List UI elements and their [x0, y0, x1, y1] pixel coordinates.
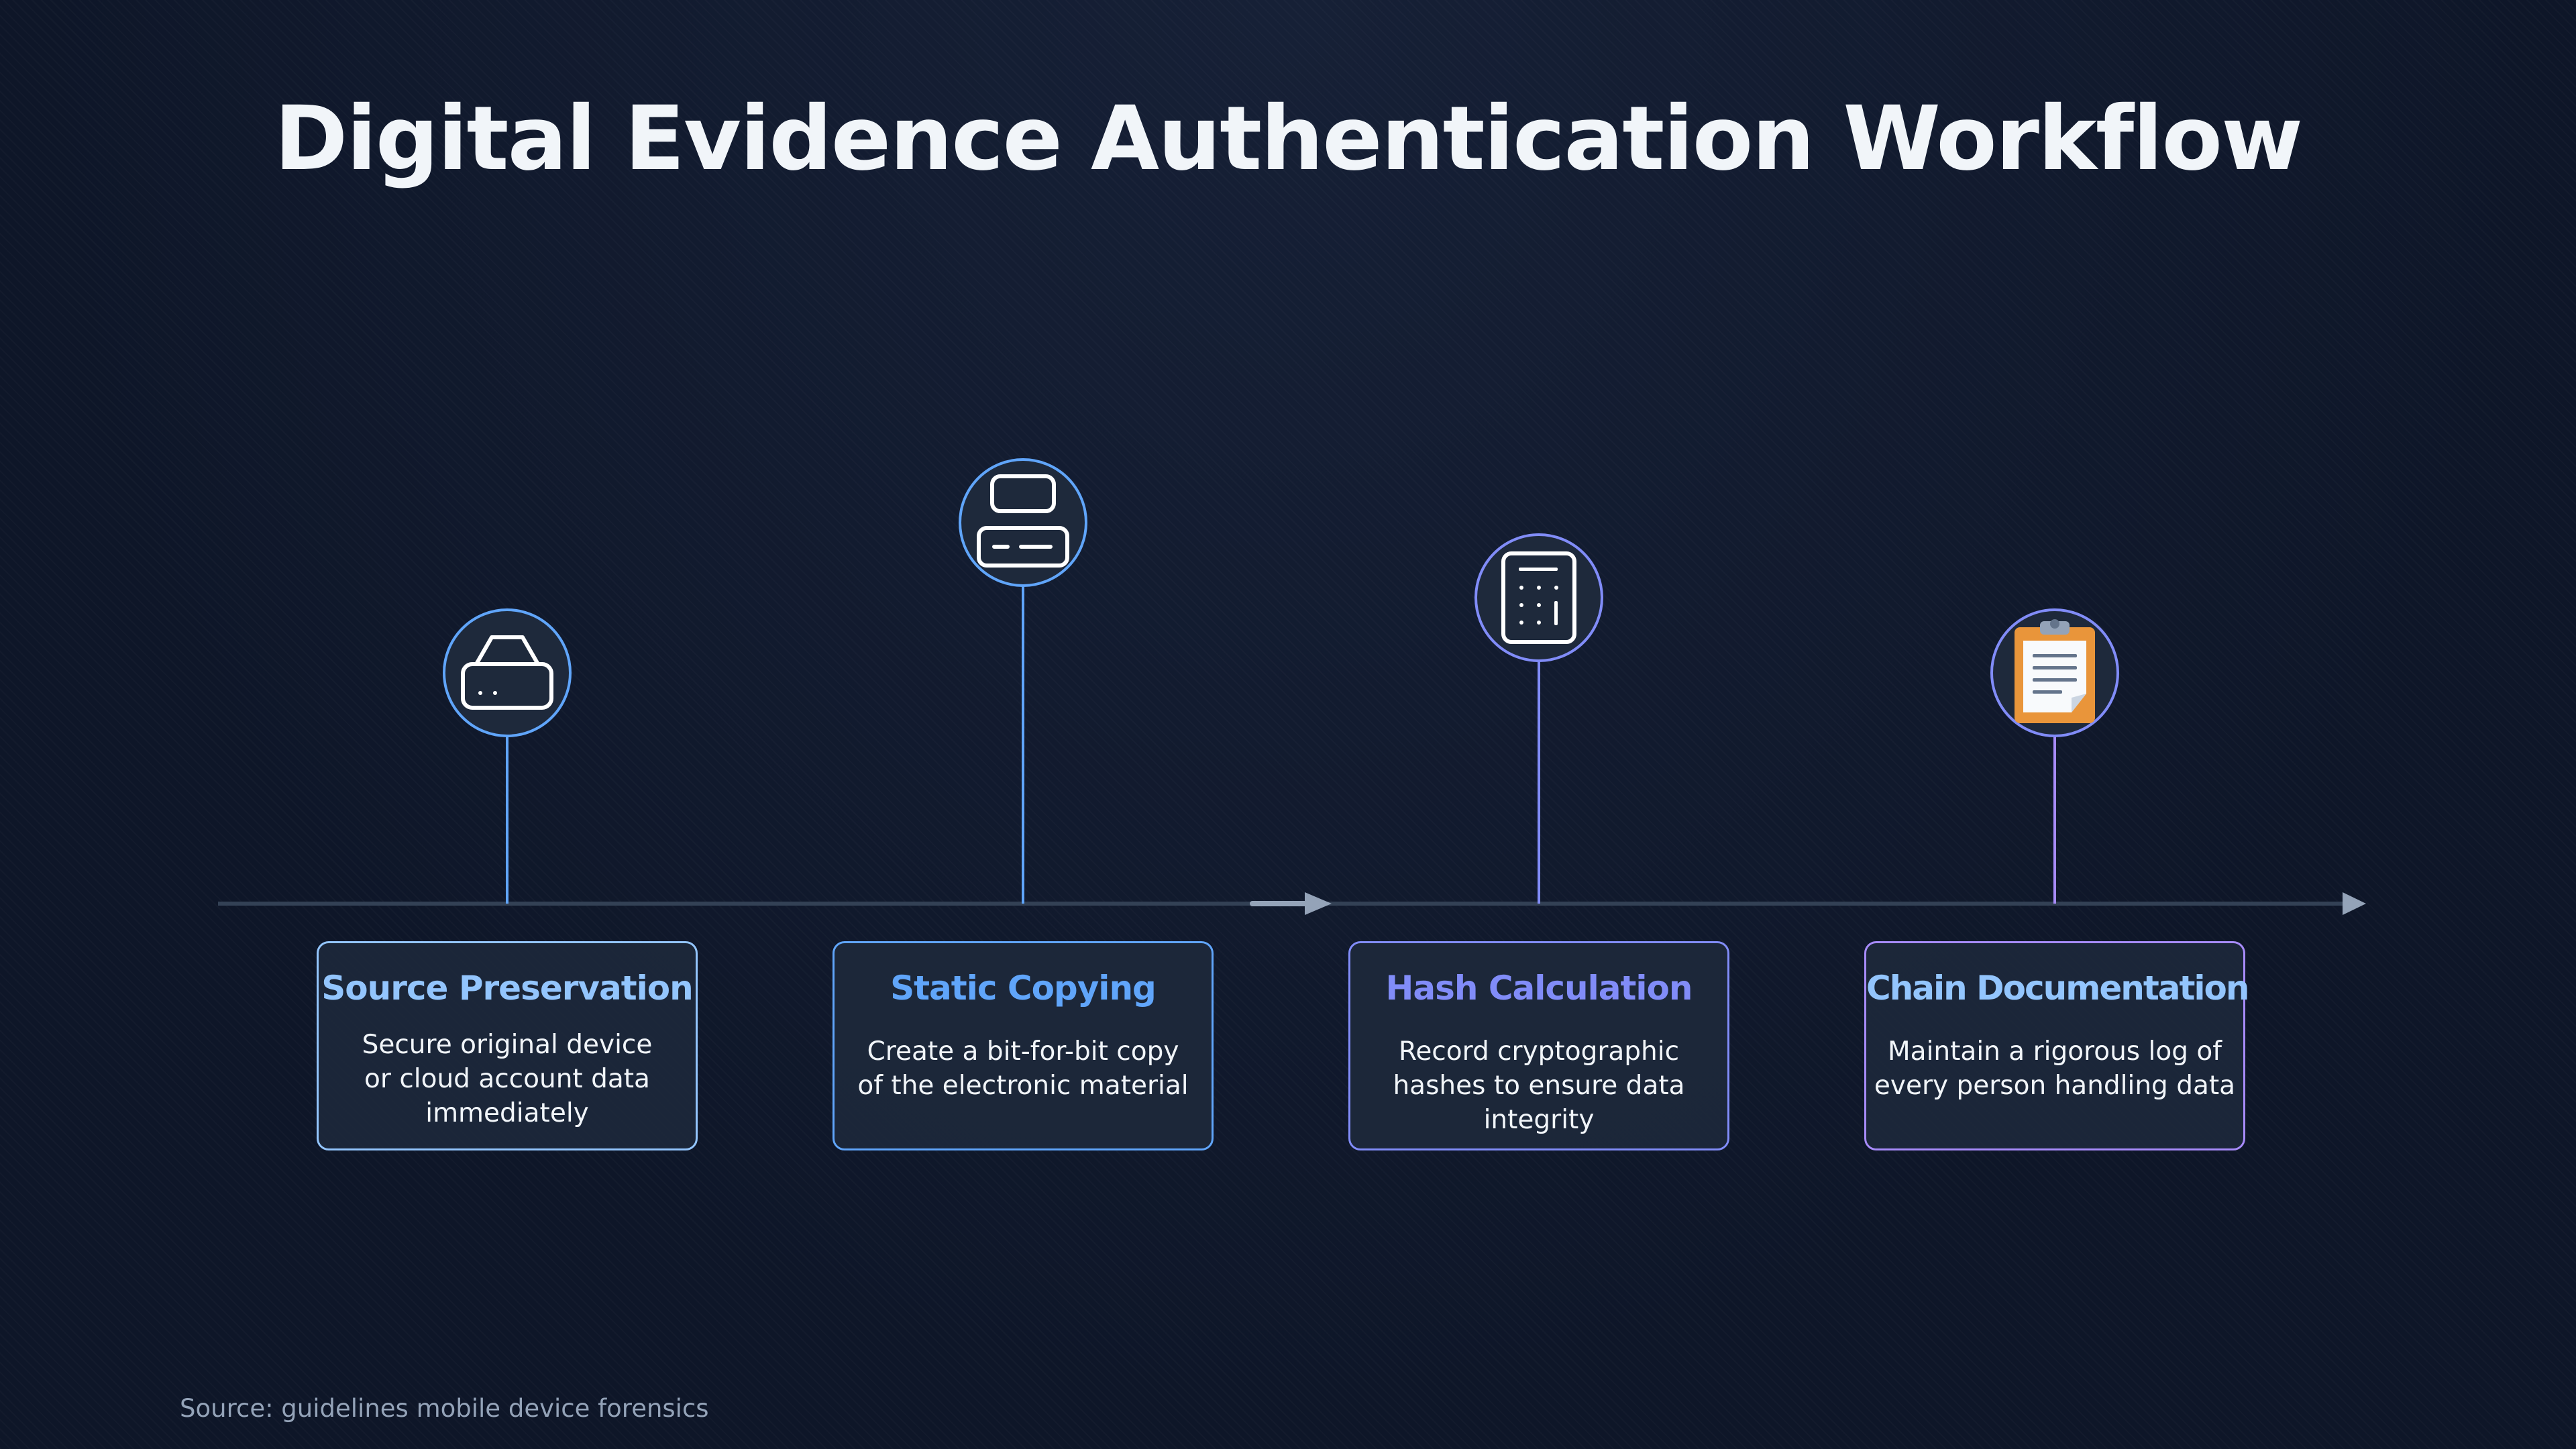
step-card-chain-documentation: Chain Documentation Maintain a rigorous … [1864, 941, 2250, 1150]
step-title: Chain Documentation [1866, 969, 2250, 1008]
step-description: Create a bit-for-bit copy of the electro… [857, 1036, 1189, 1101]
step-card-hash-calculation: Hash Calculation Record cryptographic ha… [1348, 941, 1729, 1150]
step-title: Hash Calculation [1385, 969, 1693, 1008]
step-description: Secure original device or cloud account … [362, 1030, 653, 1128]
step-4-marker [1990, 608, 2119, 904]
step-3-marker [1474, 533, 1603, 904]
flow-arrow-icon [1305, 892, 1332, 915]
step-2-marker [959, 458, 1087, 904]
workflow-timeline [218, 458, 2366, 915]
clipboard-icon [2015, 619, 2095, 723]
step-card-source-preservation: Source Preservation Secure original devi… [317, 941, 698, 1150]
axis-end-arrow-icon [2343, 892, 2366, 915]
step-title: Static Copying [890, 969, 1157, 1008]
step-description: Maintain a rigorous log of every person … [1874, 1036, 2236, 1101]
step-description: Record cryptographic hashes to ensure da… [1393, 1036, 1685, 1135]
step-title: Source Preservation [321, 969, 693, 1008]
step-1-marker [443, 608, 572, 904]
step-card-static-copying: Static Copying Create a bit-for-bit copy… [833, 941, 1214, 1150]
source-caption: Source: guidelines mobile device forensi… [180, 1394, 709, 1423]
